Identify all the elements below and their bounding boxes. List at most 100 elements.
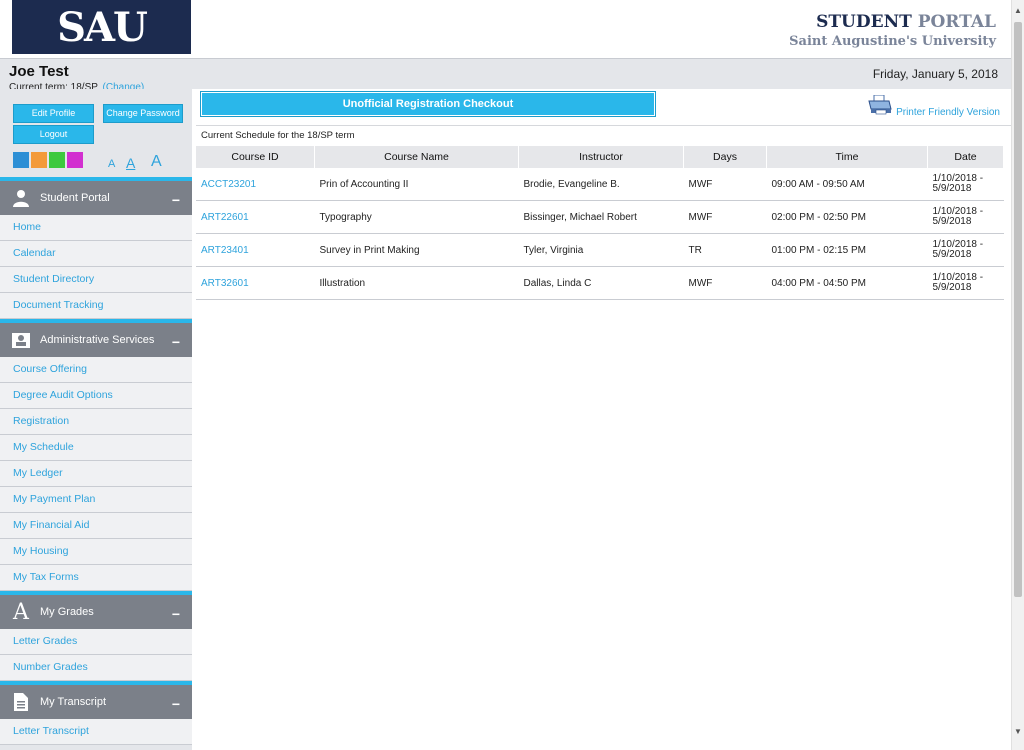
page-header: SAU STUDENT PORTAL Saint Augustine's Uni… — [0, 0, 1012, 58]
sidebar-item-letter-grades[interactable]: Letter Grades — [0, 629, 192, 655]
date-range: 1/10/2018 -5/9/2018 — [927, 200, 1004, 234]
course-name: Prin of Accounting II — [314, 168, 519, 201]
theme-swatch-orange[interactable] — [31, 152, 47, 168]
university-name: Saint Augustine's University — [789, 34, 996, 49]
printer-friendly-link[interactable]: Printer Friendly Version — [896, 107, 1000, 118]
course-name: Typography — [314, 200, 519, 234]
nav-section-title: My Transcript — [40, 696, 107, 708]
font-size-medium[interactable]: A — [126, 155, 135, 171]
university-logo[interactable]: SAU — [12, 0, 191, 54]
user-name: Joe Test — [9, 63, 69, 80]
sidebar-item-my-schedule[interactable]: My Schedule — [0, 435, 192, 461]
document-icon — [10, 691, 32, 713]
printer-friendly[interactable]: Printer Friendly Version — [868, 94, 1000, 118]
sidebar-item-document-tracking[interactable]: Document Tracking — [0, 293, 192, 319]
course-id-link[interactable]: ACCT23201 — [196, 168, 315, 201]
instructor: Brodie, Evangeline B. — [518, 168, 684, 201]
sidebar-item-letter-transcript[interactable]: Letter Transcript — [0, 719, 192, 745]
change-password-button[interactable]: Change Password — [103, 104, 183, 123]
collapse-icon[interactable]: − — [172, 334, 180, 350]
font-size-large[interactable]: A — [151, 153, 162, 171]
sidebar-item-home[interactable]: Home — [0, 215, 192, 241]
time: 01:00 PM - 02:15 PM — [766, 233, 928, 267]
collapse-icon[interactable]: − — [172, 192, 180, 208]
days: MWF — [683, 200, 767, 234]
table-row: ACCT23201 Prin of Accounting II Brodie, … — [196, 168, 1004, 201]
course-id-link[interactable]: ART23401 — [196, 233, 315, 267]
col-time: Time — [766, 146, 928, 168]
days: MWF — [683, 168, 767, 201]
logo-text: SAU — [57, 3, 148, 51]
sidebar-item-my-tax-forms[interactable]: My Tax Forms — [0, 565, 192, 591]
date-end: 5/9/2018 — [932, 183, 972, 194]
nav-section-title: Student Portal — [40, 192, 110, 204]
schedule-caption: Current Schedule for the 18/SP term — [196, 125, 1014, 145]
sidebar-item-registration[interactable]: Registration — [0, 409, 192, 435]
user-bar: Joe Test Current term: 18/SP (Change) Fr… — [0, 58, 1012, 93]
sidebar-item-degree-audit-options[interactable]: Degree Audit Options — [0, 383, 192, 409]
time: 04:00 PM - 04:50 PM — [766, 266, 928, 300]
nav-section-administrative-services[interactable]: Administrative Services − — [0, 319, 192, 357]
font-size-small[interactable]: A — [108, 158, 115, 170]
theme-swatch-green[interactable] — [49, 152, 65, 168]
instructor: Tyler, Virginia — [518, 233, 684, 267]
sidebar-item-number-grades[interactable]: Number Grades — [0, 655, 192, 681]
table-row: ART23401 Survey in Print Making Tyler, V… — [196, 233, 1004, 267]
col-course-name: Course Name — [314, 146, 519, 168]
vertical-scrollbar[interactable]: ▲ ▼ — [1011, 0, 1024, 750]
admin-icon — [10, 329, 32, 351]
sidebar-nav: Student Portal − Home Calendar Student D… — [0, 177, 192, 745]
grade-letter-icon: A — [13, 599, 29, 625]
edit-profile-button[interactable]: Edit Profile — [13, 104, 94, 123]
checkout-title-bar: Unofficial Registration Checkout — [200, 91, 656, 117]
sidebar-item-my-housing[interactable]: My Housing — [0, 539, 192, 565]
course-name: Survey in Print Making — [314, 233, 519, 267]
scrollbar-thumb[interactable] — [1014, 22, 1022, 597]
col-instructor: Instructor — [518, 146, 684, 168]
printer-icon[interactable] — [868, 94, 892, 118]
col-course-id: Course ID — [196, 146, 315, 168]
course-id-link[interactable]: ART32601 — [196, 266, 315, 300]
course-name: Illustration — [314, 266, 519, 300]
table-header-row: Course ID Course Name Instructor Days Ti… — [196, 146, 1004, 168]
date-range: 1/10/2018 -5/9/2018 — [927, 168, 1004, 201]
current-date: Friday, January 5, 2018 — [872, 67, 998, 81]
theme-swatch-blue[interactable] — [13, 152, 29, 168]
date-range: 1/10/2018 -5/9/2018 — [927, 266, 1004, 300]
sidebar-item-my-payment-plan[interactable]: My Payment Plan — [0, 487, 192, 513]
sidebar-item-my-financial-aid[interactable]: My Financial Aid — [0, 513, 192, 539]
portal-title: STUDENT PORTAL Saint Augustine's Univers… — [789, 12, 996, 49]
scroll-up-icon[interactable]: ▲ — [1012, 6, 1024, 15]
theme-color-picker — [13, 152, 83, 168]
instructor: Dallas, Linda C — [518, 266, 684, 300]
date-range: 1/10/2018 -5/9/2018 — [927, 233, 1004, 267]
instructor: Bissinger, Michael Robert — [518, 200, 684, 234]
collapse-icon[interactable]: − — [172, 606, 180, 622]
nav-section-my-transcript[interactable]: My Transcript − — [0, 681, 192, 719]
days: TR — [683, 233, 767, 267]
col-days: Days — [683, 146, 767, 168]
logout-button[interactable]: Logout — [13, 125, 94, 144]
sidebar-item-course-offering[interactable]: Course Offering — [0, 357, 192, 383]
portal-title-word-1: STUDENT — [816, 12, 912, 32]
sidebar-item-my-ledger[interactable]: My Ledger — [0, 461, 192, 487]
sidebar: Edit Profile Change Password Logout A A … — [0, 89, 192, 750]
nav-section-student-portal[interactable]: Student Portal − — [0, 177, 192, 215]
time: 09:00 AM - 09:50 AM — [766, 168, 928, 201]
date-end: 5/9/2018 — [932, 249, 972, 260]
nav-section-my-grades[interactable]: A My Grades − — [0, 591, 192, 629]
collapse-icon[interactable]: − — [172, 696, 180, 712]
theme-swatch-magenta[interactable] — [67, 152, 83, 168]
date-end: 5/9/2018 — [932, 216, 972, 227]
scroll-down-icon[interactable]: ▼ — [1012, 727, 1024, 736]
time: 02:00 PM - 02:50 PM — [766, 200, 928, 234]
sidebar-item-student-directory[interactable]: Student Directory — [0, 267, 192, 293]
col-date: Date — [927, 146, 1004, 168]
portal-title-word-2: PORTAL — [917, 12, 996, 32]
table-row: ART32601 Illustration Dallas, Linda C MW… — [196, 266, 1004, 300]
sidebar-item-calendar[interactable]: Calendar — [0, 241, 192, 267]
date-end: 5/9/2018 — [932, 282, 972, 293]
course-id-link[interactable]: ART22601 — [196, 200, 315, 234]
days: MWF — [683, 266, 767, 300]
nav-section-title: Administrative Services — [40, 334, 155, 346]
